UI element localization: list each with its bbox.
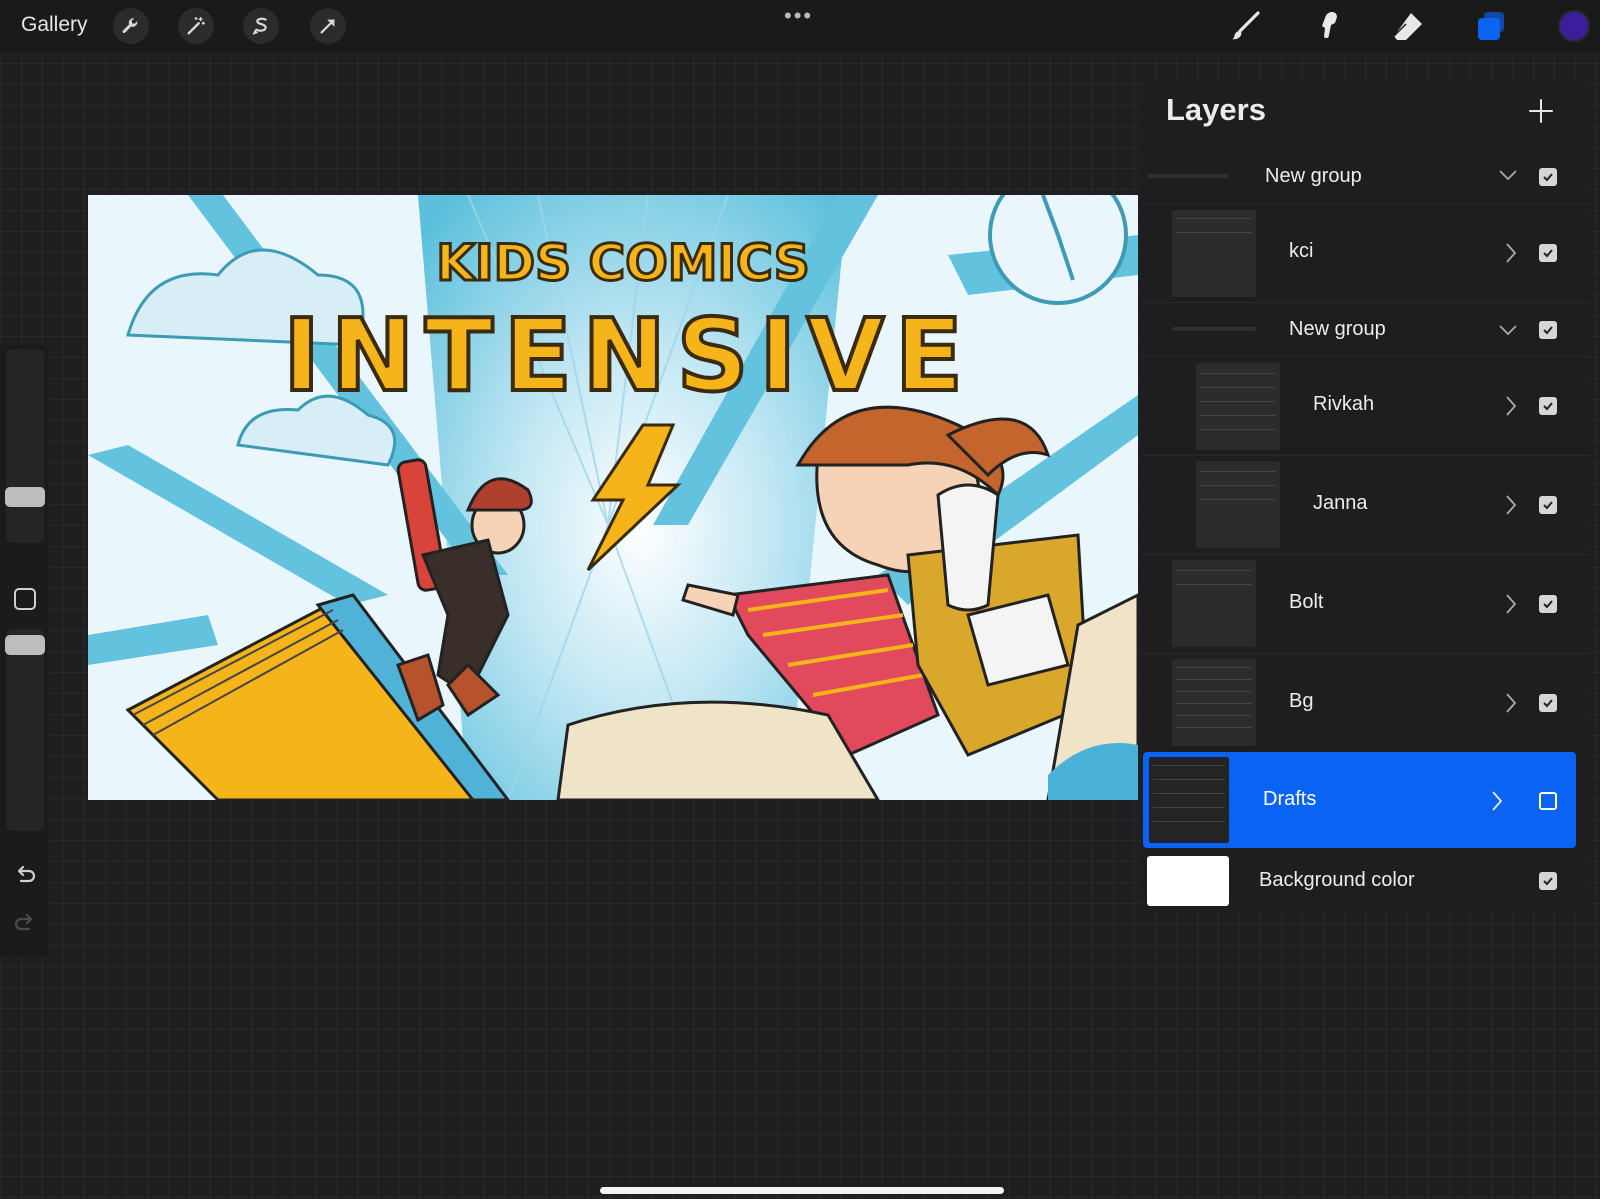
- layer-name: Bolt: [1289, 591, 1324, 613]
- layer-name: Janna: [1313, 492, 1368, 514]
- layer-name: kci: [1289, 240, 1314, 262]
- modify-button[interactable]: [14, 588, 36, 610]
- redo-icon[interactable]: [12, 911, 38, 937]
- opacity-slider[interactable]: [5, 629, 45, 831]
- add-layer-icon[interactable]: [1528, 98, 1554, 124]
- top-toolbar: Gallery •••: [0, 0, 1600, 52]
- layer-name: Bg: [1289, 690, 1314, 712]
- background-color-swatch[interactable]: [1147, 856, 1229, 906]
- layer-thumbnail: [1172, 560, 1256, 647]
- layer-thumbnail: [1172, 659, 1256, 746]
- layer-row-rivkah[interactable]: Rivkah: [1141, 357, 1590, 456]
- chevron-down-icon[interactable]: [1498, 322, 1518, 338]
- smudge-icon[interactable]: [1310, 8, 1346, 44]
- layer-visibility-checkbox[interactable]: [1539, 244, 1557, 262]
- magic-wand-icon[interactable]: [178, 8, 214, 44]
- layer-visibility-checkbox[interactable]: [1539, 872, 1557, 890]
- title-line2: INTENSIVE: [283, 297, 963, 414]
- layer-row-drafts[interactable]: Drafts: [1143, 752, 1576, 848]
- layer-row-kci[interactable]: kci: [1141, 204, 1590, 303]
- layer-row-new-group-nested[interactable]: New group: [1141, 303, 1590, 357]
- layer-name: New group: [1289, 318, 1386, 340]
- layer-thumbnail: [1172, 210, 1256, 297]
- selection-s-icon[interactable]: [243, 8, 279, 44]
- group-indicator: [1147, 174, 1229, 178]
- layer-row-new-group[interactable]: New group: [1141, 152, 1590, 204]
- chevron-right-icon[interactable]: [1503, 593, 1519, 615]
- eraser-icon[interactable]: [1390, 8, 1426, 44]
- layer-visibility-checkbox[interactable]: [1539, 397, 1557, 415]
- brush-size-handle[interactable]: [5, 487, 45, 507]
- layers-panel-title: Layers: [1166, 92, 1266, 127]
- artwork-illustration: KIDS COMICS INTENSIVE: [88, 195, 1138, 800]
- chevron-down-icon[interactable]: [1498, 167, 1518, 183]
- left-sidebar: [0, 345, 49, 957]
- chevron-right-icon[interactable]: [1503, 494, 1519, 516]
- layer-thumbnail: [1149, 757, 1229, 843]
- chevron-right-icon[interactable]: [1503, 692, 1519, 714]
- layer-visibility-checkbox[interactable]: [1539, 496, 1557, 514]
- chevron-right-icon[interactable]: [1489, 790, 1505, 812]
- undo-icon[interactable]: [12, 863, 38, 889]
- title-line1: KIDS COMICS: [436, 234, 809, 292]
- layer-visibility-checkbox[interactable]: [1539, 694, 1557, 712]
- group-indicator: [1172, 327, 1256, 331]
- layer-visibility-checkbox[interactable]: [1539, 595, 1557, 613]
- brush-size-slider[interactable]: [5, 349, 45, 543]
- layer-name: Drafts: [1263, 788, 1317, 810]
- chevron-right-icon[interactable]: [1503, 395, 1519, 417]
- drawing-canvas[interactable]: KIDS COMICS INTENSIVE: [88, 195, 1138, 800]
- layer-row-janna[interactable]: Janna: [1141, 456, 1590, 555]
- chevron-right-icon[interactable]: [1503, 242, 1519, 264]
- layer-row-background-color[interactable]: Background color: [1141, 850, 1590, 912]
- layer-row-bg[interactable]: Bg: [1141, 654, 1590, 752]
- layer-name: New group: [1265, 165, 1362, 187]
- layer-visibility-checkbox[interactable]: [1539, 168, 1557, 186]
- brush-icon[interactable]: [1228, 8, 1264, 44]
- layer-thumbnail: [1196, 461, 1280, 548]
- more-options-icon[interactable]: •••: [784, 5, 813, 27]
- layer-visibility-checkbox[interactable]: [1539, 321, 1557, 339]
- opacity-handle[interactable]: [5, 635, 45, 655]
- home-indicator[interactable]: [600, 1187, 1004, 1194]
- layer-thumbnail: [1196, 363, 1280, 450]
- color-picker-button[interactable]: [1558, 10, 1590, 42]
- gallery-button[interactable]: Gallery: [21, 13, 88, 37]
- wrench-icon[interactable]: [113, 8, 149, 44]
- layers-panel: Layers New group kci New group Rivkah Ja…: [1141, 80, 1590, 912]
- transform-arrow-icon[interactable]: [310, 8, 346, 44]
- layers-icon[interactable]: [1473, 8, 1509, 44]
- layer-row-bolt[interactable]: Bolt: [1141, 555, 1590, 654]
- layer-visibility-checkbox[interactable]: [1539, 792, 1557, 810]
- layer-name: Rivkah: [1313, 393, 1375, 415]
- layer-name: Background color: [1259, 869, 1415, 891]
